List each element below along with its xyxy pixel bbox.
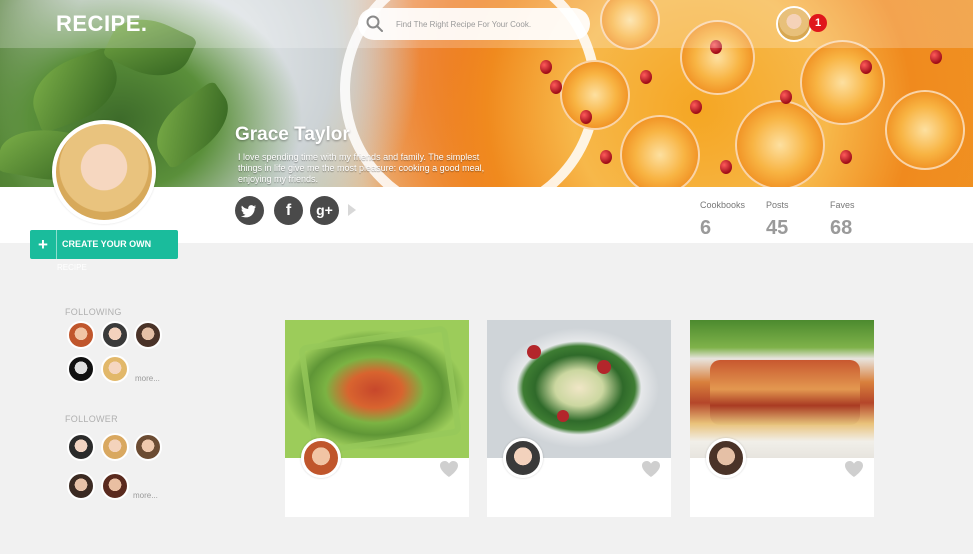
pomegranate-seed (690, 100, 702, 114)
logo[interactable]: RECIPE. (56, 11, 148, 37)
author-avatar[interactable] (706, 438, 746, 478)
following-more-link[interactable]: more... (135, 374, 160, 383)
pomegranate-seed (550, 80, 562, 94)
recipe-image[interactable] (690, 320, 874, 458)
twitter-bird-icon (241, 205, 256, 218)
tomato (597, 360, 611, 374)
profile-avatar[interactable] (52, 120, 156, 224)
follower-heading: FOLLOWER (65, 414, 118, 424)
follower-avatar[interactable] (101, 472, 129, 500)
following-avatar[interactable] (67, 321, 95, 349)
chevron-right-icon[interactable] (348, 204, 356, 216)
search-input[interactable] (396, 19, 576, 29)
facebook-icon[interactable]: f (274, 196, 303, 225)
profile-name: Grace Taylor (235, 124, 350, 145)
stat-label: Posts (766, 200, 789, 210)
recipe-image[interactable] (487, 320, 671, 458)
user-avatar[interactable] (776, 6, 812, 42)
author-avatar[interactable] (301, 438, 341, 478)
profile-bio: I love spending time with my friends and… (238, 152, 485, 184)
follower-avatar[interactable] (101, 433, 129, 461)
tomato (557, 410, 569, 422)
heart-icon[interactable] (641, 460, 661, 478)
pomegranate-seed (580, 110, 592, 124)
orange-slice (800, 40, 885, 125)
heart-icon[interactable] (844, 460, 864, 478)
recipe-card[interactable] (285, 320, 469, 517)
follower-avatar[interactable] (67, 472, 95, 500)
stat-value: 68 (830, 217, 853, 239)
stat-label: Cookbooks (700, 200, 746, 210)
pomegranate-seed (720, 160, 732, 174)
following-avatar[interactable] (134, 321, 162, 349)
twitter-icon[interactable] (235, 196, 264, 225)
follower-avatar[interactable] (67, 433, 95, 461)
tomato (527, 345, 541, 359)
orange-slice (560, 60, 630, 130)
pomegranate-seed (780, 90, 792, 104)
stat-value: 45 (766, 217, 789, 239)
salad-leaf (143, 80, 242, 170)
lasagna (710, 360, 860, 425)
follower-avatar[interactable] (134, 433, 162, 461)
notification-badge[interactable]: 1 (809, 14, 827, 32)
pomegranate-seed (930, 50, 942, 64)
recipe-card[interactable] (487, 320, 671, 517)
stat-cookbooks[interactable]: Cookbooks 6 (700, 200, 745, 240)
stat-label: Faves (830, 200, 855, 210)
pomegranate-seed (860, 60, 872, 74)
plus-icon: + (30, 230, 57, 259)
author-avatar[interactable] (503, 438, 543, 478)
orange-slice (620, 115, 700, 187)
stat-faves[interactable]: Faves 68 (830, 200, 855, 240)
create-button-label-2: RECIPE (57, 263, 87, 272)
create-recipe-button[interactable]: + CREATE YOUR OWN RECIPE (30, 230, 178, 272)
recipe-image[interactable] (285, 320, 469, 458)
stat-value: 6 (700, 217, 712, 239)
create-button-label: CREATE YOUR OWN (62, 239, 152, 249)
following-heading: FOLLOWING (65, 307, 122, 317)
orange-slice (885, 90, 965, 170)
heart-icon[interactable] (439, 460, 459, 478)
pomegranate-seed (540, 60, 552, 74)
google-plus-icon[interactable]: g+ (310, 196, 339, 225)
orange-slice (735, 100, 825, 187)
pomegranate-seed (600, 150, 612, 164)
following-avatar[interactable] (67, 355, 95, 383)
pomegranate-seed (840, 150, 852, 164)
pomegranate-seed (640, 70, 652, 84)
recipe-card[interactable] (690, 320, 874, 517)
stat-posts[interactable]: Posts 45 (766, 200, 789, 240)
search-icon[interactable] (366, 15, 384, 33)
follower-more-link[interactable]: more... (133, 491, 158, 500)
search-bar[interactable] (358, 8, 590, 40)
following-avatar[interactable] (101, 355, 129, 383)
plate (298, 325, 462, 455)
following-avatar[interactable] (101, 321, 129, 349)
